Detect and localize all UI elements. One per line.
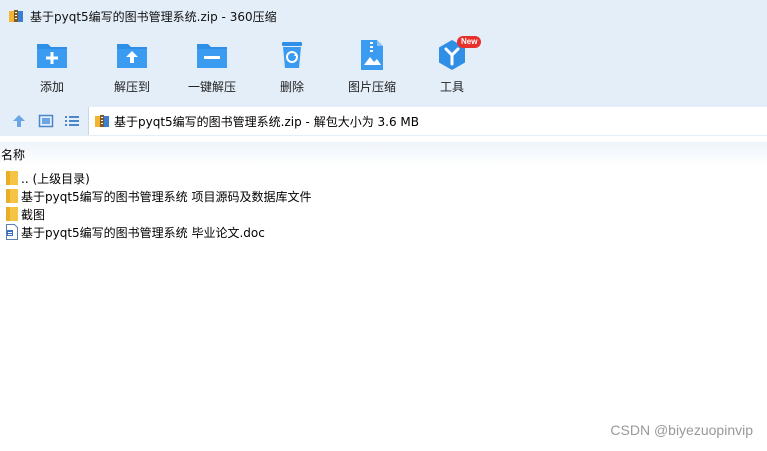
list-item-source-folder[interactable]: 基于pyqt5编写的图书管理系统 项目源码及数据库文件 <box>0 187 767 205</box>
add-button[interactable]: 添加 <box>12 38 92 100</box>
delete-button[interactable]: 删除 <box>252 38 332 100</box>
address-bar: 基于pyqt5编写的图书管理系统.zip - 解包大小为 3.6 MB <box>0 106 767 136</box>
list-item-label: 截图 <box>21 207 46 222</box>
tools-label: 工具 <box>439 80 464 94</box>
list-item-doc-file[interactable]: 基于pyqt5编写的图书管理系统 毕业论文.doc <box>0 223 767 241</box>
path-text: 基于pyqt5编写的图书管理系统.zip - 解包大小为 3.6 MB <box>114 114 419 129</box>
image-compress-label: 图片压缩 <box>347 80 396 94</box>
extract-to-button[interactable]: 解压到 <box>92 38 172 100</box>
new-badge: New <box>457 36 482 48</box>
extract-to-icon <box>117 44 147 68</box>
extract-to-label: 解压到 <box>113 80 150 94</box>
one-click-extract-button[interactable]: 一键解压 <box>172 38 252 100</box>
add-button-label: 添加 <box>39 80 64 94</box>
one-click-extract-label: 一键解压 <box>187 80 236 94</box>
path-field[interactable]: 基于pyqt5编写的图书管理系统.zip - 解包大小为 3.6 MB <box>88 107 767 135</box>
archive-icon <box>9 10 23 22</box>
up-arrow-icon[interactable] <box>11 113 27 129</box>
view-list-icon[interactable] <box>64 113 80 129</box>
list-item-label: 基于pyqt5编写的图书管理系统 毕业论文.doc <box>21 225 265 240</box>
word-document-icon <box>6 224 18 240</box>
tools-button[interactable]: New 工具 <box>412 36 492 100</box>
column-header: 名称 <box>0 142 767 166</box>
image-compress-button[interactable]: 图片压缩 <box>332 38 412 100</box>
recycle-bin-icon <box>282 42 302 68</box>
folder-icon <box>6 207 18 221</box>
title-bar: 基于pyqt5编写的图书管理系统.zip - 360压缩 <box>0 0 767 32</box>
list-item-screenshots-folder[interactable]: 截图 <box>0 205 767 223</box>
list-item-label: 基于pyqt5编写的图书管理系统 项目源码及数据库文件 <box>21 189 312 204</box>
column-name-header[interactable]: 名称 <box>1 146 25 163</box>
view-thumbnail-icon[interactable] <box>38 113 54 129</box>
list-item-parent-dir[interactable]: .. (上级目录) <box>0 169 767 187</box>
add-folder-icon <box>37 44 67 68</box>
watermark: CSDN @biyezuopinvip <box>610 422 753 438</box>
image-compress-icon <box>361 40 383 70</box>
file-list: .. (上级目录) 基于pyqt5编写的图书管理系统 项目源码及数据库文件 截图… <box>0 169 767 241</box>
delete-label: 删除 <box>279 80 304 94</box>
folder-icon <box>6 189 18 203</box>
folder-icon <box>6 171 18 185</box>
toolbar: 添加 解压到 一键解压 删除 图片压缩 New 工具 <box>0 32 767 106</box>
one-click-extract-icon <box>197 44 227 68</box>
window-title: 基于pyqt5编写的图书管理系统.zip - 360压缩 <box>30 9 277 24</box>
list-item-label: .. (上级目录) <box>21 171 90 186</box>
archive-icon <box>95 115 109 127</box>
